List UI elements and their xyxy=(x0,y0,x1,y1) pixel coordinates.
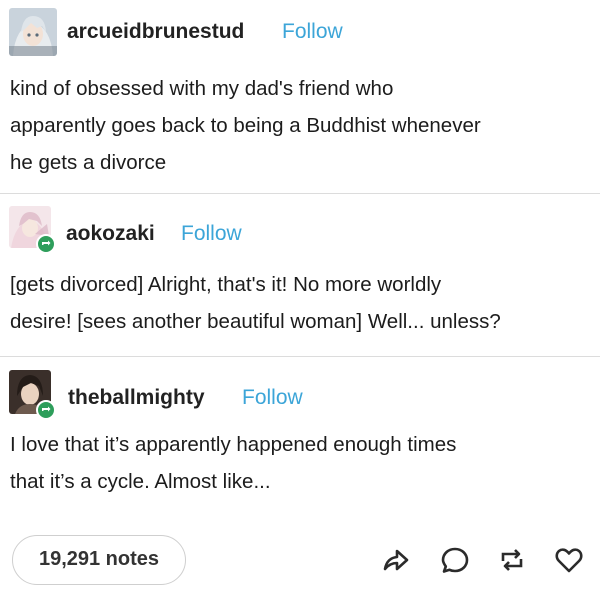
reblog-badge-icon xyxy=(36,400,56,420)
username[interactable]: arcueidbrunestud xyxy=(67,20,244,44)
username[interactable]: theballmighty xyxy=(68,386,205,410)
share-icon[interactable] xyxy=(381,545,411,575)
reblog-icon[interactable] xyxy=(497,545,527,575)
post-divider xyxy=(0,193,600,194)
reply-icon[interactable] xyxy=(440,545,470,575)
post-text: I love that it’s apparently happened eno… xyxy=(10,433,457,493)
post-text: [gets divorced] Alright, that's it! No m… xyxy=(10,273,501,333)
reblog-badge-icon xyxy=(36,234,56,254)
notes-count-button[interactable]: 19,291 notes xyxy=(12,535,186,585)
username[interactable]: aokozaki xyxy=(66,222,155,246)
post-text: kind of obsessed with my dad's friend wh… xyxy=(10,77,481,174)
post-header: aokozaki Follow xyxy=(0,206,600,262)
follow-button[interactable]: Follow xyxy=(282,20,343,44)
post-header: theballmighty Follow xyxy=(0,370,600,426)
follow-button[interactable]: Follow xyxy=(181,222,242,246)
like-icon[interactable] xyxy=(554,545,584,575)
post-divider xyxy=(0,356,600,357)
avatar-arcueidbrunestud[interactable] xyxy=(9,8,57,56)
follow-button[interactable]: Follow xyxy=(242,386,303,410)
post-header: arcueidbrunestud Follow xyxy=(0,8,600,64)
